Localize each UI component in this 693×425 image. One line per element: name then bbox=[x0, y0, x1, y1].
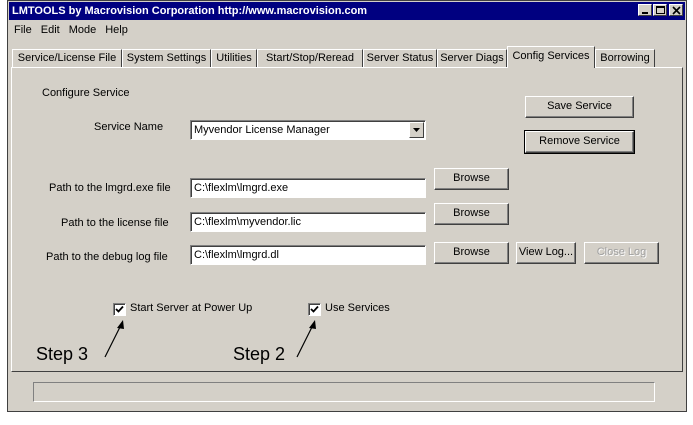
maximize-button[interactable] bbox=[653, 4, 667, 16]
app-window: LMTOOLS by Macrovision Corporation http:… bbox=[7, 0, 687, 412]
window-controls bbox=[637, 4, 683, 16]
close-icon bbox=[672, 6, 681, 15]
status-bar bbox=[33, 382, 655, 402]
tab-config-services[interactable]: Config Services bbox=[507, 46, 595, 68]
window-title: LMTOOLS by Macrovision Corporation http:… bbox=[12, 5, 368, 17]
license-path-input[interactable]: C:\flexlm\myvendor.lic bbox=[190, 212, 426, 232]
tab-system-settings[interactable]: System Settings bbox=[122, 49, 211, 67]
tab-service-license-file[interactable]: Service/License File bbox=[12, 49, 122, 67]
use-services-checkbox[interactable] bbox=[308, 303, 321, 316]
browse-debug-log-button[interactable]: Browse bbox=[434, 242, 509, 264]
configure-service-label: Configure Service bbox=[42, 87, 130, 99]
browse-lmgrd-button[interactable]: Browse bbox=[434, 168, 509, 190]
tab-server-status[interactable]: Server Status bbox=[363, 49, 437, 67]
menu-bar: File Edit Mode Help bbox=[10, 22, 133, 40]
chevron-down-icon bbox=[413, 128, 420, 132]
service-name-value: Myvendor License Manager bbox=[194, 124, 330, 136]
remove-service-button[interactable]: Remove Service bbox=[524, 130, 635, 154]
tab-server-diags[interactable]: Server Diags bbox=[437, 49, 507, 67]
step-2-pointer-arrow bbox=[296, 320, 316, 358]
menu-edit[interactable]: Edit bbox=[37, 22, 65, 40]
debug-log-path-input[interactable]: C:\flexlm\lmgrd.dl bbox=[190, 245, 426, 265]
menu-mode[interactable]: Mode bbox=[65, 22, 102, 40]
title-bar: LMTOOLS by Macrovision Corporation http:… bbox=[9, 2, 685, 20]
start-at-powerup-checkbox[interactable] bbox=[113, 303, 126, 316]
start-at-powerup-label: Start Server at Power Up bbox=[130, 302, 253, 314]
lmgrd-path-input[interactable]: C:\flexlm\lmgrd.exe bbox=[190, 178, 426, 198]
view-log-button[interactable]: View Log... bbox=[516, 242, 576, 264]
close-button[interactable] bbox=[669, 4, 683, 16]
step-3-pointer-arrow bbox=[104, 320, 124, 358]
tab-start-stop-reread[interactable]: Start/Stop/Reread bbox=[257, 49, 363, 67]
step-2-annotation: Step 2 bbox=[233, 344, 286, 364]
service-name-combobox[interactable]: Myvendor License Manager bbox=[190, 120, 426, 140]
debug-log-path-label: Path to the debug log file bbox=[46, 251, 168, 263]
use-services-label: Use Services bbox=[325, 302, 390, 314]
config-services-panel: Configure Service Service Name Myvendor … bbox=[11, 67, 683, 372]
tab-borrowing[interactable]: Borrowing bbox=[595, 49, 655, 67]
menu-file[interactable]: File bbox=[10, 22, 37, 40]
step-3-annotation: Step 3 bbox=[36, 344, 89, 364]
service-name-dropdown-button[interactable] bbox=[409, 122, 424, 138]
service-name-label: Service Name bbox=[94, 121, 164, 133]
license-path-label: Path to the license file bbox=[61, 217, 169, 229]
maximize-icon bbox=[656, 6, 665, 14]
close-log-button[interactable]: Close Log bbox=[584, 242, 659, 264]
tab-utilities[interactable]: Utilities bbox=[211, 49, 257, 67]
tab-strip: Service/License File System Settings Uti… bbox=[11, 46, 685, 68]
checkmark-icon bbox=[310, 305, 319, 313]
browse-license-button[interactable]: Browse bbox=[434, 203, 509, 225]
minimize-icon bbox=[642, 12, 648, 14]
lmgrd-path-label: Path to the lmgrd.exe file bbox=[49, 182, 171, 194]
minimize-button[interactable] bbox=[638, 4, 652, 16]
menu-help[interactable]: Help bbox=[101, 22, 133, 40]
checkmark-icon bbox=[115, 305, 124, 313]
save-service-button[interactable]: Save Service bbox=[525, 96, 634, 118]
